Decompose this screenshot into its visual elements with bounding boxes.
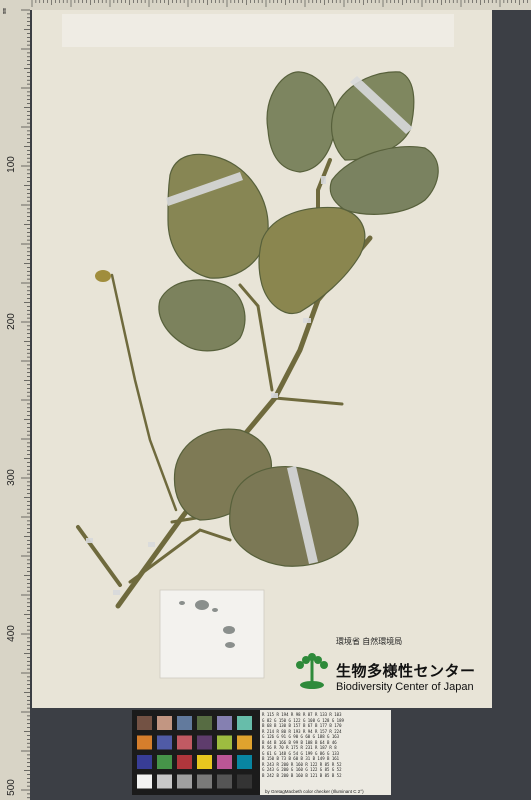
horizontal-ruler: [30, 0, 531, 10]
color-patch: [137, 716, 152, 730]
color-patch: [197, 755, 212, 769]
color-patch: [217, 735, 232, 750]
top-label-strip: [62, 14, 454, 47]
color-patch: [197, 774, 212, 789]
color-patch: [157, 716, 172, 730]
flower-bud: [95, 270, 111, 282]
color-patch: [157, 735, 172, 750]
color-patch: [237, 735, 252, 750]
color-patch: [237, 755, 252, 769]
color-patch: [177, 774, 192, 789]
color-patch: [157, 774, 172, 789]
agency-name: 環境省 自然環境局: [336, 637, 403, 646]
color-patch: [217, 774, 232, 789]
ruler-major-label: 500: [5, 779, 17, 796]
color-value-row: B 242 B 200 B 160 B 121 B 85 B 52: [262, 772, 342, 778]
ruler-major-label: 100: [5, 156, 17, 173]
color-patch: [217, 716, 232, 730]
color-patch: [137, 774, 152, 789]
ruler-major-label: 400: [5, 625, 17, 642]
color-patch: [137, 755, 152, 769]
color-patch: [217, 755, 232, 769]
center-name-japanese: 生物多様性センター: [336, 663, 476, 680]
color-patch: [237, 774, 252, 789]
ruler-major-label: 200: [5, 313, 17, 330]
color-patch: [197, 735, 212, 750]
ruler-major-label: 300: [5, 469, 17, 486]
ruler-unit-label: mm: [2, 7, 8, 14]
color-patch: [137, 735, 152, 750]
color-value-rows: R 115 R 194 R 98 R 87 R 133 R 103 G 82 G …: [262, 712, 390, 788]
color-patch: [177, 755, 192, 769]
color-checker-caption: by GretagMacbeth color checker (Illumina…: [265, 789, 364, 794]
color-patch: [237, 716, 252, 730]
color-patch: [157, 755, 172, 769]
color-patch: [197, 716, 212, 730]
color-patch: [177, 735, 192, 750]
seed-packet: [159, 589, 265, 679]
color-patch: [177, 716, 192, 730]
center-name-english: Biodiversity Center of Japan: [336, 681, 474, 693]
